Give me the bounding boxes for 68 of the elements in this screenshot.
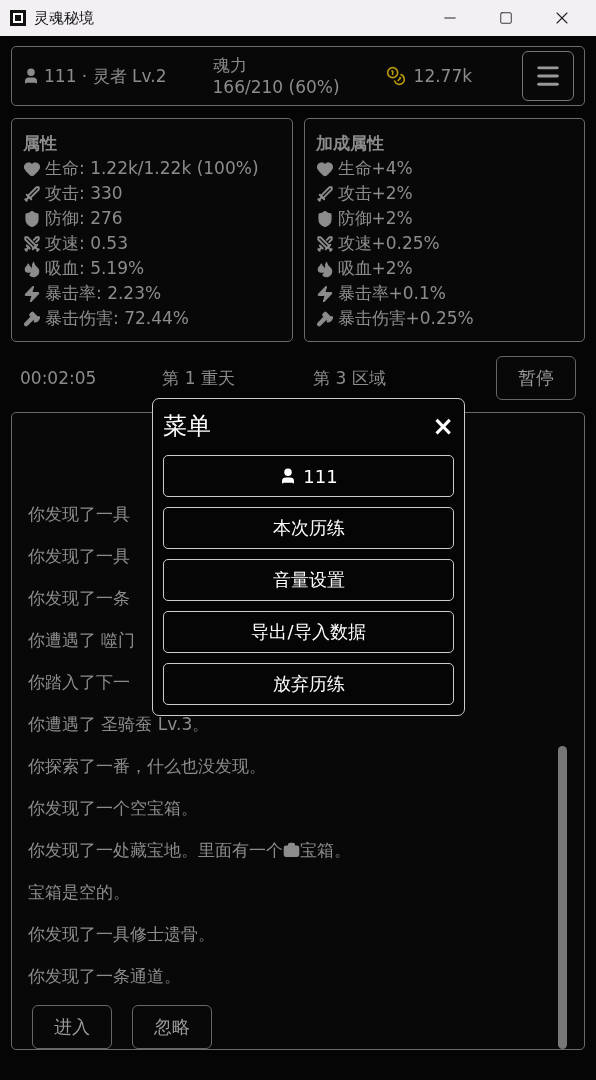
stat-text: 暴击率+0.1% bbox=[337, 282, 446, 305]
panel-title: 加成属性 bbox=[315, 132, 385, 155]
stat-text: 暴击伤害: 72.44% bbox=[45, 307, 189, 330]
maximize-icon[interactable] bbox=[499, 11, 513, 25]
shield-icon bbox=[23, 209, 41, 228]
log-entry: 你发现了一具修士遗骨。 bbox=[28, 922, 215, 946]
stat-text: 吸血: 5.19% bbox=[45, 257, 145, 280]
area-label: 第 3 区域 bbox=[313, 366, 386, 390]
crossed-swords-icon bbox=[315, 234, 334, 253]
stat-text: 生命+4% bbox=[337, 157, 413, 180]
scrollbar[interactable] bbox=[558, 746, 567, 1049]
heart-icon bbox=[315, 159, 334, 178]
elapsed-time: 00:02:05 bbox=[20, 368, 97, 388]
coins-icon bbox=[385, 66, 406, 86]
menu-item[interactable]: 111 bbox=[163, 455, 454, 497]
pause-button[interactable]: 暂停 bbox=[496, 356, 576, 400]
stat-text: 防御+2% bbox=[337, 207, 413, 230]
sword-icon bbox=[315, 184, 334, 203]
dialog-title: 菜单 bbox=[163, 411, 211, 442]
stat-text: 吸血+2% bbox=[337, 257, 413, 280]
stat-text: 防御: 276 bbox=[45, 207, 123, 230]
stat-text: 攻击: 330 bbox=[45, 182, 123, 205]
stat-text: 暴击伤害+0.25% bbox=[337, 307, 474, 330]
bolt-icon bbox=[315, 284, 334, 303]
menu-button[interactable] bbox=[522, 51, 574, 101]
stat-text: 攻速: 0.53 bbox=[45, 232, 128, 255]
stat-text: 暴击率: 2.23% bbox=[45, 282, 162, 305]
log-entry: 你踏入了下一 bbox=[28, 670, 130, 694]
shield-icon bbox=[315, 209, 334, 228]
user-icon bbox=[22, 67, 40, 85]
crossed-swords-icon bbox=[23, 234, 41, 253]
coin-balance: 12.77k bbox=[413, 66, 473, 86]
log-text: 宝箱。 bbox=[300, 838, 351, 862]
log-text: 你发现了一处藏宝地。里面有一个 bbox=[28, 838, 283, 862]
log-entry: 你探索了一番，什么也没发现。 bbox=[28, 754, 266, 778]
drops-icon bbox=[23, 259, 41, 278]
window-title: 灵魂秘境 bbox=[34, 8, 95, 28]
heart-icon bbox=[23, 159, 41, 178]
stat-text: 攻速+0.25% bbox=[337, 232, 440, 255]
menu-item[interactable]: 本次历练 bbox=[163, 507, 454, 549]
floor-label: 第 1 重天 bbox=[162, 366, 235, 390]
drops-icon bbox=[315, 259, 334, 278]
log-entry: 宝箱是空的。 bbox=[28, 880, 130, 904]
log-entry: 你遭遇了 噬门 bbox=[28, 628, 136, 652]
choice-button[interactable]: 忽略 bbox=[132, 1005, 212, 1049]
soul-value: 166/210 (60%) bbox=[212, 76, 340, 98]
menu-item[interactable]: 音量设置 bbox=[163, 559, 454, 601]
menu-item[interactable]: 导出/导入数据 bbox=[163, 611, 454, 653]
log-entry: 你发现了一条通道。 bbox=[28, 964, 181, 988]
menu-item[interactable]: 放弃历练 bbox=[163, 663, 454, 705]
log-entry: 你发现了一个空宝箱。 bbox=[28, 796, 198, 820]
axe-icon bbox=[315, 309, 334, 328]
log-entry: 你发现了一具 bbox=[28, 544, 130, 568]
app-icon bbox=[10, 10, 26, 26]
briefcase-icon bbox=[283, 841, 300, 859]
log-entry: 你发现了一条 bbox=[28, 586, 130, 610]
sword-icon bbox=[23, 184, 41, 203]
choice-button[interactable]: 进入 bbox=[32, 1005, 112, 1049]
soul-label: 魂力 bbox=[212, 54, 248, 76]
stat-text: 生命: 1.22k/1.22k (100%) bbox=[45, 157, 259, 180]
panel-title: 属性 bbox=[23, 132, 58, 155]
close-button[interactable]: × bbox=[432, 411, 454, 441]
stat-text: 攻击+2% bbox=[337, 182, 413, 205]
axe-icon bbox=[23, 309, 41, 328]
log-entry: 你发现了一具 bbox=[28, 502, 130, 526]
bolt-icon bbox=[23, 284, 41, 303]
log-entry: 你遭遇了 圣骑蚕 Lv.3。 bbox=[28, 712, 210, 736]
player-name: 111 · 灵者 Lv.2 bbox=[44, 64, 167, 88]
